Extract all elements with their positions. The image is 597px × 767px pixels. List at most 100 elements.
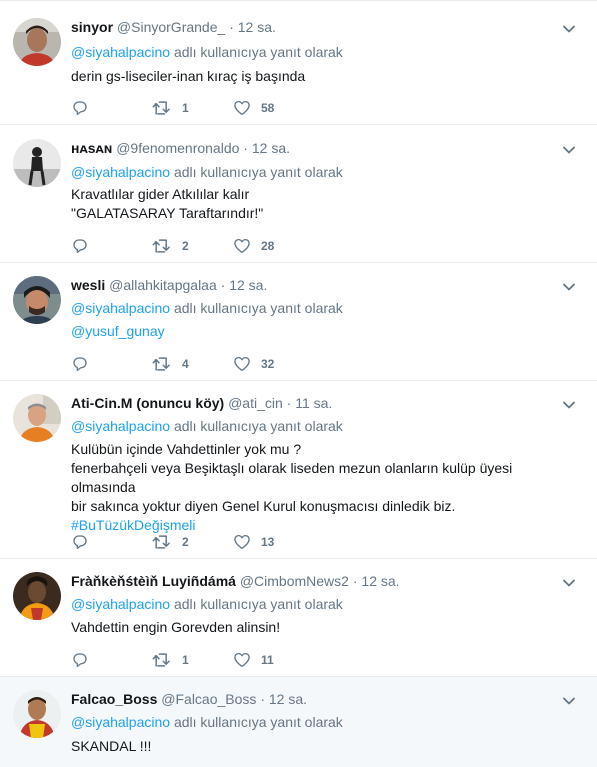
reply-button[interactable] (71, 354, 89, 374)
heart-icon (234, 100, 250, 116)
retweet-button[interactable]: 1 (152, 98, 189, 118)
tweet[interactable]: sinyor @SinyorGrande_ · 12 sa. @siyahalp… (0, 1, 597, 125)
retweet-icon (152, 535, 170, 549)
display-name[interactable]: Ati-Cin.M (onuncu köy) (71, 395, 224, 411)
display-name[interactable]: sinyor (71, 19, 113, 35)
reply-mention-link[interactable]: @siyahalpacino (71, 714, 170, 730)
username[interactable]: @CimbomNews2 (240, 573, 349, 589)
separator-dot: · (286, 395, 292, 411)
retweet-button[interactable]: 1 (152, 650, 189, 670)
display-name[interactable]: wesli (71, 277, 105, 293)
timestamp[interactable]: 12 sa. (269, 691, 307, 707)
timestamp[interactable]: 12 sa. (238, 19, 276, 35)
like-button[interactable]: 32 (233, 354, 274, 374)
like-count: 28 (261, 239, 275, 253)
chevron-down-icon[interactable] (561, 397, 577, 413)
tweet-text-line: derin gs-liseciler-inan kıraç iş başında (71, 68, 306, 84)
reply-icon (73, 101, 87, 116)
username[interactable]: @ati_cin (228, 395, 283, 411)
retweet-icon (152, 357, 170, 371)
tweet-text-line: bir sakınca yoktur diyen Genel Kurul kon… (71, 498, 456, 514)
avatar[interactable] (13, 394, 61, 442)
tweet-header: Fràňkèňśtèìň Luyiñdámá @CimbomNews2 · 12… (71, 572, 557, 590)
tweet-text: derin gs-liseciler-inan kıraç iş başında (71, 67, 577, 86)
timestamp[interactable]: 11 sa. (295, 395, 332, 411)
chevron-down-icon[interactable] (561, 575, 577, 591)
tweet-text: Vahdettin engin Gorevden alinsin! (71, 618, 577, 637)
reply-mention-link[interactable]: @siyahalpacino (71, 164, 170, 180)
like-count: 32 (261, 357, 275, 371)
separator-dot: · (352, 573, 358, 589)
tweet[interactable]: ʜᴀsᴀɴ @9fenomenronaldo · 12 sa. @siyahal… (0, 125, 597, 263)
reply-context: @siyahalpacino adlı kullanıcıya yanıt ol… (71, 417, 343, 435)
reply-button[interactable] (71, 532, 89, 552)
avatar[interactable] (13, 18, 61, 66)
retweet-icon (152, 239, 170, 253)
reply-context-text: adlı kullanıcıya yanıt olarak (173, 164, 343, 180)
tweet-text-line: "GALATASARAY Taraftarındır!" (71, 205, 264, 221)
reply-context: @siyahalpacino adlı kullanıcıya yanıt ol… (71, 163, 343, 181)
avatar[interactable] (13, 139, 61, 187)
reply-mention-link[interactable]: @siyahalpacino (71, 300, 170, 316)
retweet-icon (152, 101, 170, 115)
reply-context-text: adlı kullanıcıya yanıt olarak (173, 44, 343, 60)
hashtag-link[interactable]: #BuTüzükDeğişmeli (71, 517, 196, 533)
retweet-count: 2 (182, 239, 189, 253)
tweet-text: Kravatlılar gider Atkılılar kalır "GALAT… (71, 185, 577, 223)
reply-icon (73, 357, 87, 372)
reply-context-text: adlı kullanıcıya yanıt olarak (173, 596, 343, 612)
avatar[interactable] (13, 276, 61, 324)
like-button[interactable]: 58 (233, 98, 274, 118)
retweet-count: 1 (182, 101, 189, 115)
username[interactable]: @9fenomenronaldo (116, 140, 239, 156)
tweet-text-line: Kravatlılar gider Atkılılar kalır (71, 186, 250, 202)
username[interactable]: @allahkitapgalaa (109, 277, 217, 293)
avatar[interactable] (13, 572, 61, 620)
reply-context-text: adlı kullanıcıya yanıt olarak (173, 300, 343, 316)
reply-button[interactable] (71, 236, 89, 256)
chevron-down-icon[interactable] (561, 279, 577, 295)
like-button[interactable]: 11 (233, 650, 274, 670)
retweet-button[interactable]: 4 (152, 354, 189, 374)
reply-icon (73, 239, 87, 254)
username[interactable]: @Falcao_Boss (161, 691, 256, 707)
display-name[interactable]: Fràňkèňśtèìň Luyiñdámá (71, 573, 236, 589)
tweet-text: @yusuf_gunay (71, 322, 577, 341)
retweet-icon (152, 653, 170, 667)
timestamp[interactable]: 12 sa. (361, 573, 399, 589)
tweet-text: Kulübün içinde Vahdettinler yok mu ? fen… (71, 440, 577, 535)
username[interactable]: @SinyorGrande_ (117, 19, 225, 35)
reply-button[interactable] (71, 650, 89, 670)
reply-mention-link[interactable]: @siyahalpacino (71, 44, 170, 60)
reply-icon (73, 653, 87, 668)
display-name[interactable]: Falcao_Boss (71, 691, 157, 707)
like-button[interactable]: 13 (233, 532, 274, 552)
reply-button[interactable] (71, 98, 89, 118)
reply-context: @siyahalpacino adlı kullanıcıya yanıt ol… (71, 299, 343, 317)
like-count: 11 (261, 653, 274, 667)
like-button[interactable]: 28 (233, 236, 274, 256)
chevron-down-icon[interactable] (561, 21, 577, 37)
like-count: 58 (261, 101, 275, 115)
reply-context-text: adlı kullanıcıya yanıt olarak (173, 418, 343, 434)
reply-mention-link[interactable]: @siyahalpacino (71, 418, 170, 434)
tweet[interactable]: Fràňkèňśtèìň Luyiñdámá @CimbomNews2 · 12… (0, 559, 597, 677)
tweet[interactable]: Ati-Cin.M (onuncu köy) @ati_cin · 11 sa.… (0, 381, 597, 559)
tweet-text-line: fenerbahçeli veya Beşiktaşlı olarak lise… (71, 460, 513, 495)
mention-link[interactable]: @yusuf_gunay (71, 323, 165, 339)
tweet-header: Falcao_Boss @Falcao_Boss · 12 sa. (71, 690, 557, 708)
heart-icon (234, 356, 250, 372)
retweet-button[interactable]: 2 (152, 532, 189, 552)
retweet-button[interactable]: 2 (152, 236, 189, 256)
avatar[interactable] (13, 690, 61, 738)
chevron-down-icon[interactable] (561, 693, 577, 709)
tweet[interactable]: Falcao_Boss @Falcao_Boss · 12 sa. @siyah… (0, 677, 597, 767)
chevron-down-icon[interactable] (561, 142, 577, 158)
timestamp[interactable]: 12 sa. (252, 140, 290, 156)
display-name[interactable]: ʜᴀsᴀɴ (71, 140, 112, 156)
timestamp[interactable]: 12 sa. (229, 277, 267, 293)
tweet-text: SKANDAL !!! (71, 737, 577, 756)
reply-mention-link[interactable]: @siyahalpacino (71, 596, 170, 612)
tweet[interactable]: wesli @allahkitapgalaa · 12 sa. @siyahal… (0, 263, 597, 381)
tweet-header: ʜᴀsᴀɴ @9fenomenronaldo · 12 sa. (71, 139, 557, 157)
